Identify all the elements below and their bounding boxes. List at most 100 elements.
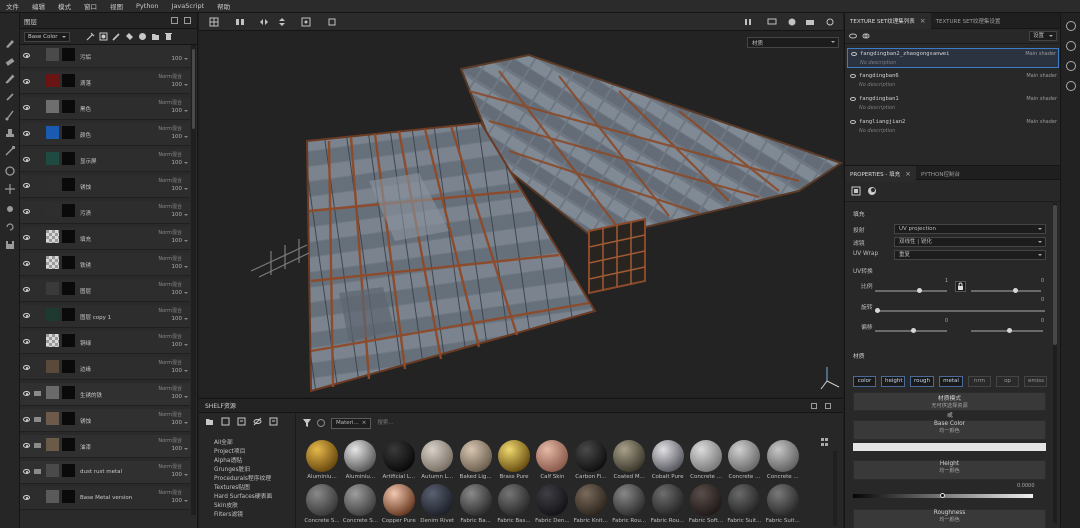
layer-opacity[interactable]: 100 bbox=[172, 82, 188, 88]
eye-icon[interactable] bbox=[23, 131, 30, 136]
height-button[interactable]: Height 均一颜色 bbox=[853, 460, 1046, 480]
menu-window[interactable]: 窗口 bbox=[84, 1, 97, 11]
offset-v-slider-knob[interactable] bbox=[1007, 328, 1012, 333]
shelf-close-icon[interactable] bbox=[825, 403, 831, 409]
fill-properties-icon[interactable] bbox=[851, 186, 861, 196]
mask-thumbnail[interactable] bbox=[62, 256, 75, 269]
offset-u-slider-knob[interactable] bbox=[911, 328, 916, 333]
eye-icon[interactable] bbox=[850, 97, 856, 101]
filter-icon[interactable] bbox=[303, 419, 311, 427]
texture-set-item[interactable]: fangdingban2_zhaogongsanwei No descriptio… bbox=[847, 48, 1059, 68]
layer-row[interactable]: 污渍 Norm混合 100 bbox=[20, 201, 190, 224]
texture-set-dock-icon[interactable] bbox=[1066, 21, 1076, 31]
delete-layer-icon[interactable] bbox=[164, 32, 173, 41]
layer-blend-mode[interactable]: Norm混合 bbox=[158, 463, 182, 470]
layer-blend-mode[interactable]: Norm混合 bbox=[158, 307, 182, 314]
menu-edit[interactable]: 编辑 bbox=[32, 1, 45, 11]
close-icon[interactable]: × bbox=[362, 420, 367, 426]
shelf-category-hard-surfaces[interactable]: Hard Surfaces硬表面 bbox=[214, 491, 272, 500]
shelf-search-input[interactable] bbox=[377, 417, 538, 429]
menu-help[interactable]: 帮助 bbox=[217, 1, 230, 11]
add-paint-layer-icon[interactable] bbox=[112, 32, 121, 41]
shelf-float-icon[interactable] bbox=[811, 403, 817, 409]
geometry-mask-icon[interactable] bbox=[4, 91, 16, 103]
layer-opacity[interactable]: 100 bbox=[172, 264, 188, 270]
layer-row[interactable]: 锈蚀 Norm混合 100 bbox=[20, 409, 190, 432]
grid-icon[interactable] bbox=[209, 17, 219, 27]
layer-row[interactable]: 污垢 100 bbox=[20, 45, 190, 68]
layer-opacity[interactable]: 100 bbox=[172, 186, 188, 192]
shelf-material-item[interactable]: Autumn L... bbox=[418, 440, 456, 486]
layer-blend-mode[interactable]: Norm混合 bbox=[158, 229, 182, 236]
float-panel-icon[interactable] bbox=[171, 17, 178, 24]
uv-wrap-select[interactable]: 重复 bbox=[894, 250, 1046, 260]
visibility-icon[interactable] bbox=[849, 32, 857, 40]
transform-icon[interactable] bbox=[4, 183, 16, 195]
mirror-y-icon[interactable] bbox=[277, 17, 287, 27]
tab-texture-set-settings[interactable]: TEXTURE SET纹理集设置 bbox=[931, 13, 1006, 29]
3d-viewport[interactable]: 材质 bbox=[199, 13, 843, 397]
layer-blend-mode[interactable]: Norm混合 bbox=[158, 411, 182, 418]
layer-blend-mode[interactable]: Norm混合 bbox=[158, 489, 182, 496]
close-icon[interactable]: × bbox=[905, 170, 911, 178]
mask-thumbnail[interactable] bbox=[62, 386, 75, 399]
layer-opacity[interactable]: 100 bbox=[172, 56, 188, 62]
layer-row[interactable]: 生锈的铁 Norm混合 100 bbox=[20, 383, 190, 406]
layer-blend-mode[interactable]: Norm混合 bbox=[158, 385, 182, 392]
shelf-material-item[interactable]: Concrete ... bbox=[764, 440, 802, 486]
eye-icon[interactable] bbox=[23, 79, 30, 84]
tab-texture-set-list[interactable]: TEXTURE SET纹理集列表 × bbox=[845, 13, 931, 29]
layer-blend-mode[interactable]: Norm混合 bbox=[158, 255, 182, 262]
layer-opacity[interactable]: 100 bbox=[172, 368, 188, 374]
shelf-scrollbar[interactable] bbox=[833, 451, 837, 526]
materials-filter-chip[interactable]: Materi... × bbox=[331, 417, 372, 429]
scale-v-slider-track[interactable] bbox=[971, 290, 1041, 292]
channel-metal-toggle[interactable]: metal bbox=[939, 376, 963, 387]
material-mode-select[interactable]: 材质 bbox=[747, 37, 839, 48]
add-effect-icon[interactable] bbox=[86, 32, 95, 41]
shelf-material-item[interactable]: Fabric Rou... bbox=[610, 484, 648, 528]
render-icon[interactable] bbox=[825, 17, 835, 27]
texture-set-shader[interactable]: Main shader bbox=[1026, 73, 1057, 79]
viewport-settings-icon[interactable] bbox=[327, 17, 337, 27]
display-settings-dock-icon[interactable] bbox=[1066, 61, 1076, 71]
layer-row[interactable]: 滴落 Norm混合 100 bbox=[20, 71, 190, 94]
eraser-icon[interactable] bbox=[4, 55, 16, 67]
layer-blend-mode[interactable]: Norm混合 bbox=[158, 177, 182, 184]
mask-thumbnail[interactable] bbox=[62, 490, 75, 503]
close-panel-icon[interactable] bbox=[184, 17, 191, 24]
refresh-icon[interactable] bbox=[317, 419, 325, 427]
shelf-material-item[interactable]: Carbon Fi... bbox=[572, 440, 610, 486]
menu-view[interactable]: 视图 bbox=[110, 1, 123, 11]
mask-thumbnail[interactable] bbox=[62, 152, 75, 165]
layer-opacity[interactable]: 100 bbox=[172, 108, 188, 114]
hide-icon[interactable] bbox=[253, 417, 262, 426]
mask-thumbnail[interactable] bbox=[62, 100, 75, 113]
filter-select[interactable]: 双线性 | 锐化 bbox=[894, 237, 1046, 247]
layer-row[interactable]: 图层 copy 1 Norm混合 100 bbox=[20, 305, 190, 328]
base-color-button[interactable]: Base Color 均一颜色 bbox=[853, 420, 1046, 440]
shelf-category-alpha[interactable]: Alpha透贴 bbox=[214, 455, 242, 464]
link-icon[interactable] bbox=[862, 32, 870, 40]
layer-opacity[interactable]: 100 bbox=[172, 134, 188, 140]
layer-blend-mode[interactable]: Norm混合 bbox=[158, 73, 182, 80]
eye-icon[interactable] bbox=[23, 313, 30, 318]
mask-thumbnail[interactable] bbox=[62, 126, 75, 139]
layer-opacity[interactable]: 100 bbox=[172, 394, 188, 400]
rotate-icon[interactable] bbox=[4, 221, 16, 233]
eye-icon[interactable] bbox=[23, 53, 30, 58]
mask-thumbnail[interactable] bbox=[62, 412, 75, 425]
symmetry-icon[interactable] bbox=[235, 17, 245, 27]
mask-thumbnail[interactable] bbox=[62, 360, 75, 373]
shelf-category-procedurals[interactable]: Procedurals程序纹理 bbox=[214, 473, 271, 482]
height-slider-knob[interactable] bbox=[940, 493, 945, 498]
layer-opacity[interactable]: 100 bbox=[172, 342, 188, 348]
lock-icon[interactable] bbox=[955, 281, 966, 292]
shelf-category-project[interactable]: Project项目 bbox=[214, 446, 245, 455]
add-fill-layer-icon[interactable] bbox=[125, 32, 134, 41]
eye-icon[interactable] bbox=[23, 417, 30, 422]
menu-python[interactable]: Python bbox=[136, 2, 159, 10]
layer-row[interactable]: Base Metal version Norm混合 100 bbox=[20, 487, 190, 510]
projection-icon[interactable] bbox=[4, 73, 16, 85]
mask-thumbnail[interactable] bbox=[62, 282, 75, 295]
